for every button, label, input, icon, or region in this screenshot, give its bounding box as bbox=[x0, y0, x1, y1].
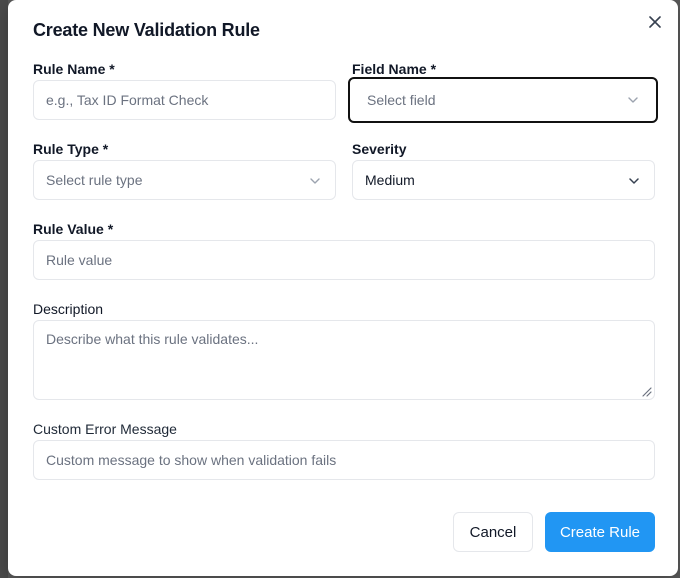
rule-value-field[interactable] bbox=[33, 240, 655, 280]
rule-type-select[interactable]: Select rule type bbox=[33, 160, 336, 200]
field-name-placeholder: Select field bbox=[367, 92, 436, 108]
severity-label: Severity bbox=[352, 141, 407, 157]
rule-name-label: Rule Name * bbox=[33, 61, 115, 77]
field-name-select[interactable]: Select field bbox=[348, 77, 658, 123]
rule-name-input[interactable] bbox=[46, 92, 323, 108]
description-textarea[interactable]: Describe what this rule validates... bbox=[33, 320, 655, 400]
create-rule-dialog: Create New Validation Rule Rule Name * F… bbox=[8, 0, 678, 576]
severity-value: Medium bbox=[365, 172, 415, 188]
resize-handle-icon[interactable] bbox=[640, 385, 652, 397]
chevron-down-icon bbox=[628, 97, 638, 103]
description-label: Description bbox=[33, 301, 104, 317]
rule-value-label: Rule Value * bbox=[33, 221, 114, 237]
backdrop bbox=[0, 0, 8, 578]
description-placeholder: Describe what this rule validates... bbox=[46, 331, 259, 347]
chevron-down-icon bbox=[310, 178, 320, 184]
custom-error-field[interactable] bbox=[33, 440, 655, 480]
cancel-button[interactable]: Cancel bbox=[453, 512, 533, 552]
rule-value-input[interactable] bbox=[46, 252, 642, 268]
custom-error-label: Custom Error Message bbox=[33, 421, 177, 437]
severity-select[interactable]: Medium bbox=[352, 160, 655, 200]
custom-error-input[interactable] bbox=[46, 452, 642, 468]
rule-type-placeholder: Select rule type bbox=[46, 172, 143, 188]
chevron-down-icon bbox=[629, 178, 639, 184]
field-name-label: Field Name * bbox=[352, 61, 437, 77]
dialog-title: Create New Validation Rule bbox=[33, 20, 260, 40]
create-rule-button[interactable]: Create Rule bbox=[545, 512, 655, 552]
close-icon[interactable] bbox=[646, 13, 664, 31]
rule-name-field[interactable] bbox=[33, 80, 336, 120]
rule-type-label: Rule Type * bbox=[33, 141, 109, 157]
